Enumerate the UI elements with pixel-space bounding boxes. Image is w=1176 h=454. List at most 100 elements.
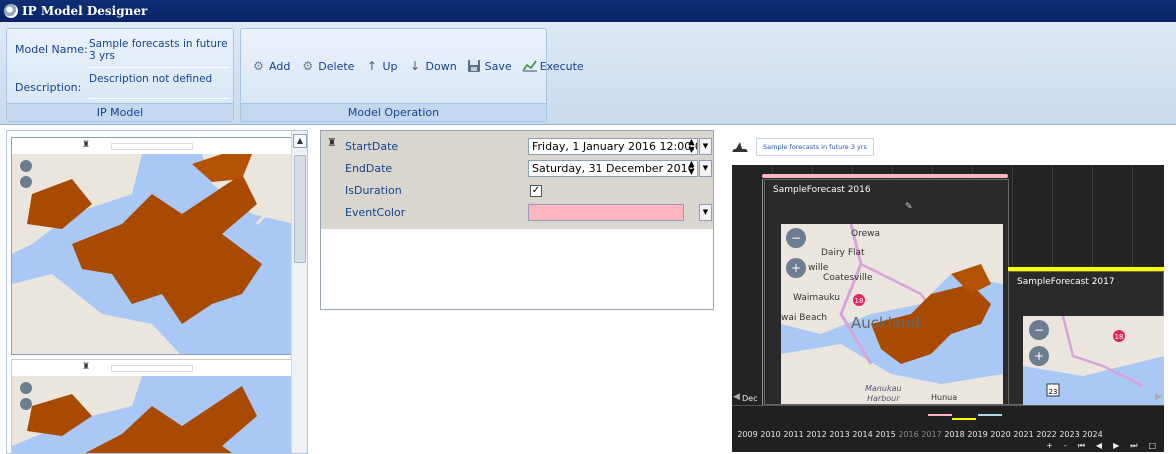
last-button[interactable]: ⏭ (1130, 441, 1137, 451)
ribbon: Model Name: Sample forecasts in future 3… (0, 22, 1176, 125)
up-button[interactable]: ↑ Up (364, 59, 398, 74)
year-tick-2022[interactable]: 2022 (1035, 430, 1058, 439)
year-tick-2023[interactable]: 2023 (1058, 430, 1081, 439)
year-tick-2014[interactable]: 2014 (851, 430, 874, 439)
zoom-out-button[interactable]: - (1064, 441, 1067, 451)
arrow-down-icon: ↓ (409, 59, 421, 73)
add-button[interactable]: ⚙ Add (251, 59, 290, 74)
enddate-dropdown-icon[interactable]: ▼ (699, 160, 712, 177)
description-value[interactable]: Description not defined (89, 73, 229, 99)
down-button[interactable]: ↓ Down (408, 59, 457, 74)
save-disk-icon (467, 59, 482, 74)
arrow-up-icon: ↑ (366, 59, 377, 73)
year-tick-2009[interactable]: 2009 (736, 430, 759, 439)
year-tick-2010[interactable]: 2010 (759, 430, 782, 439)
event-card-2016[interactable]: SampleForecast 2016 ✎ − + Orewa Dairy Fl… (764, 179, 1009, 405)
property-name: EventColor (345, 206, 406, 219)
add-button-label: Add (269, 60, 291, 73)
thumbnail-list-scrollbar[interactable]: ▲ (291, 131, 307, 453)
property-name: IsDuration (345, 184, 402, 197)
list-item[interactable]: ♜ (11, 359, 293, 453)
year-tick-2020[interactable]: 2020 (989, 430, 1012, 439)
delete-button[interactable]: ⚙ Delete (300, 59, 354, 74)
property-row-enddate: EndDate Saturday, 31 December 2016 12: ▲… (321, 158, 713, 180)
thumbnail-title-box (111, 142, 193, 150)
delete-gear-icon: ⚙ (302, 59, 314, 73)
timeline-ruler[interactable]: Dec ◀ ▶ 2009 2010 2011 2012 2013 2014 2015 2016… (732, 392, 1164, 452)
execute-button-label: Execute (539, 60, 584, 73)
app-icon (4, 4, 18, 18)
year-tick-2024[interactable]: 2024 (1081, 430, 1104, 439)
model-name-label: Model Name: (15, 43, 88, 56)
map-label-manukau: Manukau (865, 384, 902, 393)
scrollbar-thumb[interactable] (294, 155, 306, 263)
enddate-spin-icon[interactable]: ▲ ▼ (685, 160, 698, 177)
map-label-harbour: Harbour (867, 394, 900, 403)
year-tick-2013[interactable]: 2013 (828, 430, 851, 439)
timeline-nav: + - ⏮ ◀ ▶ ⏭ □ (1046, 441, 1156, 451)
next-button[interactable]: ▶ (1113, 441, 1119, 451)
year-tick-2016[interactable]: 2016 (897, 430, 920, 439)
range-mark-2016 (928, 414, 952, 416)
scroll-left-icon[interactable]: ◀ (733, 392, 740, 402)
execute-button[interactable]: Execute (522, 59, 584, 74)
map-label-wille: wille (808, 263, 829, 273)
timeline-view[interactable]: SampleForecast 2016 ✎ − + Orewa Dairy Fl… (732, 165, 1164, 452)
svg-text:+: + (791, 261, 801, 275)
map-label-road-18: 18 (1115, 333, 1124, 341)
scroll-right-icon[interactable]: ▶ (1155, 392, 1162, 402)
thumbnail-hat-icon: ♜ (82, 140, 91, 150)
map-label-orewa: Orewa (851, 229, 880, 239)
up-button-label: Up (382, 60, 398, 73)
event-bar-2016[interactable] (762, 174, 1008, 178)
event-map-2016: − + Orewa Dairy Flat wille Coatesville W… (781, 224, 1003, 404)
ip-model-group-label: IP Model (7, 103, 233, 121)
first-button[interactable]: ⏮ (1078, 441, 1085, 451)
property-row-startdate: StartDate Friday, 1 January 2016 12:00:0… (321, 136, 713, 158)
year-tick-2018[interactable]: 2018 (943, 430, 966, 439)
startdate-dropdown-icon[interactable]: ▼ (699, 138, 712, 155)
eventcolor-dropdown-icon[interactable]: ▼ (699, 204, 712, 221)
scroll-up-arrow-icon[interactable]: ▲ (293, 134, 307, 148)
isduration-checkbox[interactable]: ✓ (530, 185, 542, 197)
event-label: SampleForecast 2016 (773, 185, 871, 195)
save-button-label: Save (484, 60, 512, 73)
timeline-title: Sample forecasts in future 3 yrs (756, 138, 874, 156)
add-gear-icon: ⚙ (253, 59, 264, 73)
map-label-road-18: 18 (855, 297, 864, 305)
timeline-hat-icon (730, 140, 750, 154)
list-item[interactable]: ♜ (11, 137, 293, 355)
year-tick-2012[interactable]: 2012 (805, 430, 828, 439)
year-tick-2015[interactable]: 2015 (874, 430, 897, 439)
save-button[interactable]: Save (467, 59, 512, 74)
svg-text:+: + (1034, 349, 1044, 363)
property-grid: ♜ StartDate Friday, 1 January 2016 12:00… (320, 130, 714, 310)
execute-chart-icon (522, 59, 537, 74)
map-label-road-23: 23 (1049, 388, 1058, 396)
zoom-in-button[interactable]: + (1046, 441, 1053, 451)
startdate-spin-icon[interactable]: ▲ ▼ (685, 138, 698, 155)
thumbnail-header: ♜ (12, 360, 292, 376)
fullscreen-button[interactable]: □ (1148, 441, 1156, 451)
thumbnail-hat-icon: ♜ (82, 362, 91, 372)
forecast-thumbnail-list[interactable]: ♜ ♜ ▲ (6, 130, 308, 454)
event-card-2017[interactable]: SampleForecast 2017 − + 18 23 (1008, 271, 1164, 406)
delete-button-label: Delete (318, 60, 355, 73)
prev-button[interactable]: ◀ (1096, 441, 1102, 451)
year-tick-2019[interactable]: 2019 (966, 430, 989, 439)
year-tick-2021[interactable]: 2021 (1012, 430, 1035, 439)
thumbnail-map (12, 376, 292, 453)
property-name: EndDate (345, 162, 393, 175)
event-stem-2016 (762, 179, 763, 405)
enddate-picker[interactable]: Saturday, 31 December 2016 12: (528, 160, 698, 177)
event-map-2017: − + 18 23 (1023, 316, 1164, 406)
property-row-isduration: IsDuration ✓ (321, 180, 713, 202)
property-row-eventcolor: EventColor ▼ (321, 202, 713, 224)
eventcolor-swatch[interactable] (528, 204, 684, 221)
window-titlebar: IP Model Designer (0, 0, 1176, 22)
map-label-dairy-flat: Dairy Flat (821, 248, 865, 258)
year-tick-2017[interactable]: 2017 (920, 430, 943, 439)
startdate-picker[interactable]: Friday, 1 January 2016 12:00:00 (528, 138, 698, 155)
year-tick-2011[interactable]: 2011 (782, 430, 805, 439)
model-name-value[interactable]: Sample forecasts in future 3 yrs (89, 38, 229, 68)
